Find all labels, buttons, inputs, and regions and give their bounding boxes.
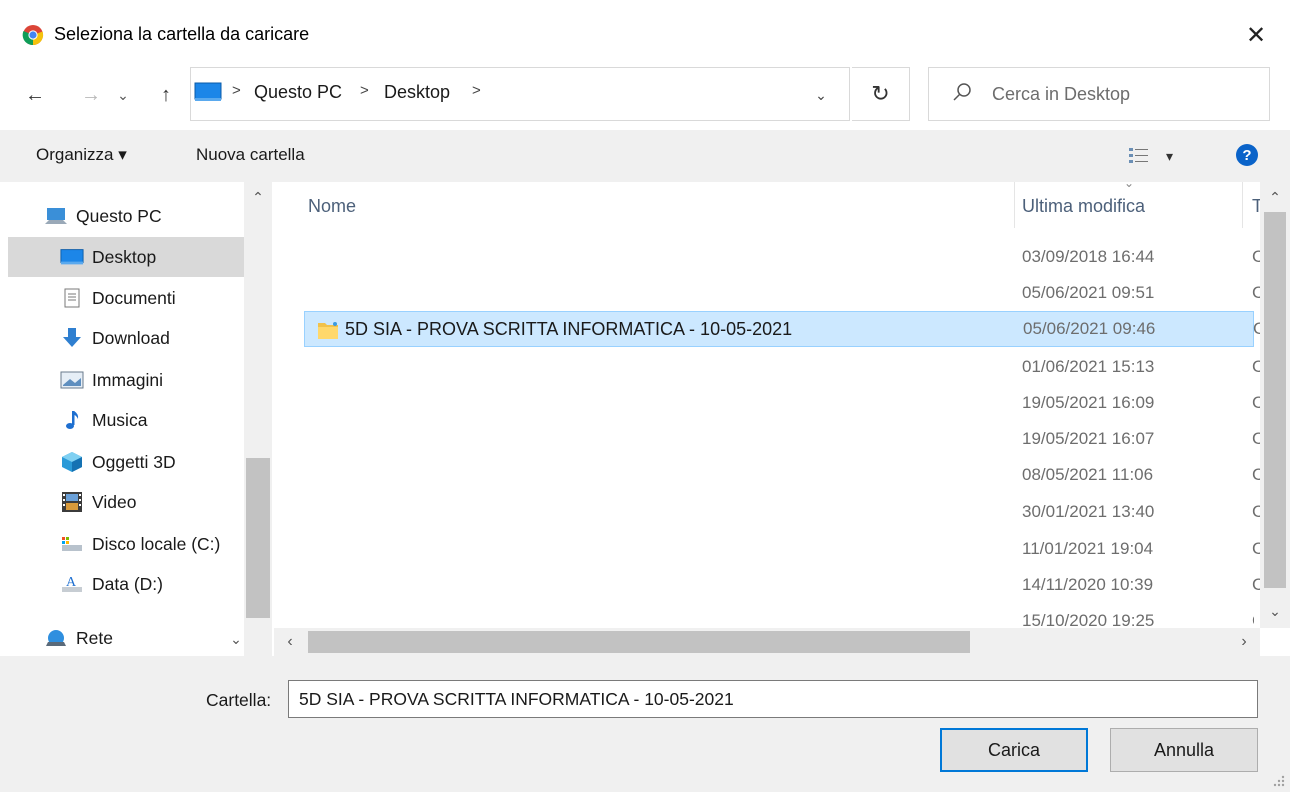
horizontal-scrollbar-thumb[interactable] — [308, 631, 970, 653]
folder-name-input[interactable] — [288, 680, 1258, 718]
file-modified: 05/06/2021 09:46 — [1023, 319, 1156, 338]
3d-objects-icon — [60, 452, 84, 472]
sort-indicator-icon: ⌄ — [1124, 176, 1135, 190]
sidebar-item-label: Documenti — [92, 287, 176, 308]
dialog-footer — [0, 656, 1290, 792]
file-modified: 05/06/2021 09:51 — [1022, 283, 1155, 302]
file-modified: 19/05/2021 16:09 — [1022, 393, 1155, 412]
sidebar-item-label: Download — [92, 327, 170, 348]
column-header-name[interactable]: Nome — [308, 196, 356, 217]
table-row[interactable]: 15/10/2020 19:25 C — [304, 604, 1254, 628]
file-modified: 30/01/2021 13:40 — [1022, 502, 1155, 521]
sidebar-scrollbar-thumb[interactable] — [246, 458, 270, 618]
vertical-scrollbar-thumb[interactable] — [1264, 212, 1286, 588]
computer-icon — [44, 206, 68, 226]
back-button[interactable]: ← — [22, 78, 48, 112]
sidebar-item-label: Questo PC — [76, 205, 162, 226]
new-folder-button[interactable]: Nuova cartella — [196, 145, 305, 165]
file-modified: 01/06/2021 15:13 — [1022, 357, 1155, 376]
music-icon — [60, 410, 84, 430]
file-modified: 08/05/2021 11:06 — [1022, 465, 1154, 484]
table-row[interactable]: 19/05/2021 16:09 C — [304, 386, 1264, 422]
sidebar-item-desktop[interactable]: Desktop — [8, 237, 244, 277]
breadcrumb-separator: > — [232, 82, 241, 99]
search-icon — [953, 83, 971, 101]
file-modified: 19/05/2021 16:07 — [1022, 429, 1155, 448]
file-modified: 03/09/2018 16:44 — [1022, 247, 1155, 266]
table-row[interactable]: 14/11/2020 10:39 C — [304, 568, 1264, 604]
desktop-icon — [60, 247, 84, 267]
folder-icon — [318, 322, 338, 339]
column-divider[interactable] — [1014, 182, 1015, 228]
view-dropdown-arrow[interactable]: ▾ — [1166, 148, 1173, 165]
desktop-icon — [194, 82, 222, 101]
file-modified: 14/11/2020 10:39 — [1022, 575, 1154, 594]
folder-field-label: Cartella: — [206, 690, 272, 710]
breadcrumb-questo-pc[interactable]: Questo PC — [254, 82, 342, 103]
file-modified: 15/10/2020 19:25 — [1022, 611, 1155, 628]
table-row[interactable]: 11/01/2021 19:04 C — [304, 532, 1264, 568]
column-header-modified[interactable]: Ultima modifica — [1022, 196, 1145, 217]
drive-d-icon: A — [60, 574, 84, 594]
pictures-icon — [60, 370, 84, 390]
column-divider[interactable] — [1242, 182, 1243, 228]
download-icon — [60, 328, 84, 348]
sidebar-item-label: Rete — [76, 627, 113, 648]
table-row[interactable]: 03/09/2018 16:44 C — [304, 240, 1264, 276]
help-button[interactable]: ? — [1236, 144, 1258, 166]
sidebar-item-label: Oggetti 3D — [92, 451, 176, 472]
chevron-right-icon[interactable]: › — [1232, 631, 1256, 653]
network-icon — [44, 628, 68, 648]
video-icon — [60, 492, 84, 512]
file-modified: 11/01/2021 19:04 — [1022, 539, 1154, 558]
recent-locations-button[interactable]: ⌄ — [112, 78, 134, 112]
sidebar-item-label: Video — [92, 491, 137, 512]
window-title: Seleziona la cartella da caricare — [54, 24, 310, 44]
local-disk-icon — [60, 534, 84, 554]
command-bar — [0, 130, 1290, 182]
sidebar-item-label: Disco locale (C:) — [92, 533, 221, 554]
search-input[interactable] — [992, 72, 1262, 116]
breadcrumb-separator: > — [360, 82, 369, 99]
table-row[interactable]: 30/01/2021 13:40 C — [304, 495, 1264, 531]
cancel-button[interactable]: Annulla — [1110, 728, 1258, 772]
breadcrumb-desktop[interactable]: Desktop — [384, 82, 450, 103]
address-dropdown-button[interactable]: ⌄ — [806, 78, 836, 112]
chrome-icon — [22, 25, 44, 46]
organize-button[interactable]: Organizza ▾ — [36, 145, 127, 165]
resize-grip-icon[interactable] — [1268, 770, 1286, 788]
sidebar-item-label: Musica — [92, 409, 148, 430]
chevron-up-icon[interactable]: ⌃ — [1262, 186, 1288, 208]
chevron-left-icon[interactable]: ‹ — [278, 631, 302, 653]
chevron-up-icon[interactable]: ⌃ — [244, 186, 272, 208]
chevron-down-icon[interactable]: ⌄ — [1262, 600, 1288, 622]
svg-text:A: A — [66, 575, 77, 590]
table-row[interactable]: 01/06/2021 15:13 C — [304, 350, 1264, 386]
table-row[interactable]: 08/05/2021 11:06 C — [304, 458, 1264, 494]
sidebar-item-label: Desktop — [92, 246, 157, 267]
table-row[interactable]: 05/06/2021 09:51 C — [304, 276, 1264, 312]
close-button[interactable]: ✕ — [1232, 14, 1280, 56]
details-view-icon — [1129, 148, 1148, 163]
view-options-button[interactable]: ▾ — [1128, 144, 1188, 168]
table-row[interactable]: 19/05/2021 16:07 C — [304, 422, 1264, 458]
file-name: 5D SIA - PROVA SCRITTA INFORMATICA - 10-… — [345, 319, 793, 339]
forward-button[interactable]: → — [78, 78, 104, 112]
upload-button[interactable]: Carica — [940, 728, 1088, 772]
sidebar-item-label: Immagini — [92, 369, 163, 390]
table-row-selected[interactable]: 5D SIA - PROVA SCRITTA INFORMATICA - 10-… — [304, 311, 1265, 347]
breadcrumb-separator[interactable]: > — [472, 82, 481, 99]
documents-icon — [60, 288, 84, 308]
chevron-down-icon[interactable]: ⌄ — [222, 628, 250, 650]
sidebar-item-label: Data (D:) — [92, 573, 163, 594]
file-type: C — [1252, 611, 1254, 628]
refresh-button[interactable]: ↻ — [852, 67, 910, 121]
up-button[interactable]: ↑ — [154, 78, 178, 112]
